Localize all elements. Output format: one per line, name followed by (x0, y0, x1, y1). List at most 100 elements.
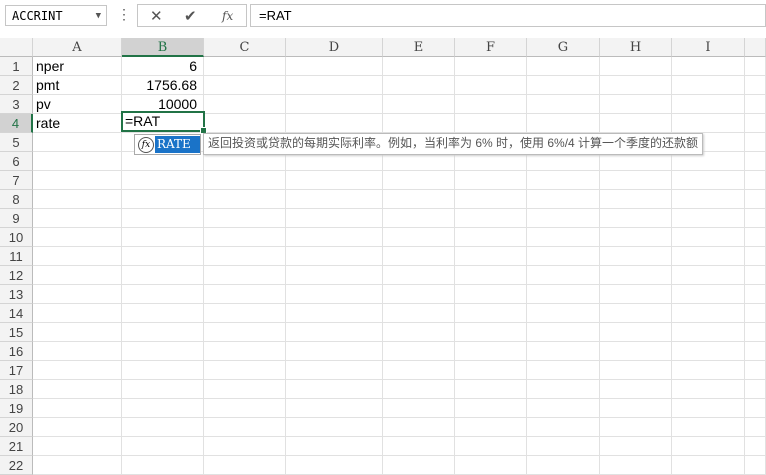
cell-e2[interactable] (383, 76, 455, 95)
cell-f1[interactable] (455, 57, 527, 76)
cell-g18[interactable] (527, 380, 600, 399)
cell-e3[interactable] (383, 95, 455, 114)
cell-h4[interactable] (600, 114, 672, 133)
cell-c20[interactable] (204, 418, 286, 437)
cell-j16[interactable] (745, 342, 766, 361)
cell-e9[interactable] (383, 209, 455, 228)
chevron-down-icon[interactable]: ▼ (96, 6, 101, 27)
cell-b19[interactable] (122, 399, 204, 418)
cell-d10[interactable] (286, 228, 383, 247)
cell-f19[interactable] (455, 399, 527, 418)
cell-a15[interactable] (33, 323, 122, 342)
cell-f3[interactable] (455, 95, 527, 114)
cell-c12[interactable] (204, 266, 286, 285)
cell-g15[interactable] (527, 323, 600, 342)
column-header-h[interactable]: H (600, 38, 672, 57)
column-header-g[interactable]: G (527, 38, 600, 57)
cell-d15[interactable] (286, 323, 383, 342)
cell-h8[interactable] (600, 190, 672, 209)
column-header-e[interactable]: E (383, 38, 455, 57)
cell-c21[interactable] (204, 437, 286, 456)
cell-e12[interactable] (383, 266, 455, 285)
formula-input[interactable]: =RAT (250, 4, 766, 27)
cell-j6[interactable] (745, 152, 766, 171)
cell-i18[interactable] (672, 380, 745, 399)
cell-j20[interactable] (745, 418, 766, 437)
cell-h2[interactable] (600, 76, 672, 95)
cell-h10[interactable] (600, 228, 672, 247)
cell-f12[interactable] (455, 266, 527, 285)
cell-f18[interactable] (455, 380, 527, 399)
cell-b7[interactable] (122, 171, 204, 190)
cell-c16[interactable] (204, 342, 286, 361)
row-header-1[interactable]: 1 (0, 57, 33, 76)
column-header-c[interactable]: C (204, 38, 286, 57)
cell-i4[interactable] (672, 114, 745, 133)
cell-e10[interactable] (383, 228, 455, 247)
cell-a19[interactable] (33, 399, 122, 418)
cell-b16[interactable] (122, 342, 204, 361)
cell-a1[interactable]: nper (33, 57, 122, 76)
cell-c3[interactable] (204, 95, 286, 114)
cell-j12[interactable] (745, 266, 766, 285)
cell-j17[interactable] (745, 361, 766, 380)
cell-c22[interactable] (204, 456, 286, 475)
cell-e21[interactable] (383, 437, 455, 456)
row-header-7[interactable]: 7 (0, 171, 33, 190)
cell-d18[interactable] (286, 380, 383, 399)
cell-f13[interactable] (455, 285, 527, 304)
cell-a14[interactable] (33, 304, 122, 323)
cell-d22[interactable] (286, 456, 383, 475)
cell-d2[interactable] (286, 76, 383, 95)
cell-a21[interactable] (33, 437, 122, 456)
cell-i11[interactable] (672, 247, 745, 266)
cell-h17[interactable] (600, 361, 672, 380)
cell-e11[interactable] (383, 247, 455, 266)
column-header-j[interactable] (745, 38, 766, 57)
row-header-4[interactable]: 4 (0, 114, 33, 133)
cell-f7[interactable] (455, 171, 527, 190)
cell-g16[interactable] (527, 342, 600, 361)
cell-b14[interactable] (122, 304, 204, 323)
cell-h20[interactable] (600, 418, 672, 437)
cell-j10[interactable] (745, 228, 766, 247)
cell-d12[interactable] (286, 266, 383, 285)
cell-i10[interactable] (672, 228, 745, 247)
cell-j18[interactable] (745, 380, 766, 399)
cell-d1[interactable] (286, 57, 383, 76)
cell-f17[interactable] (455, 361, 527, 380)
cell-c13[interactable] (204, 285, 286, 304)
cell-g12[interactable] (527, 266, 600, 285)
cell-a9[interactable] (33, 209, 122, 228)
cell-a12[interactable] (33, 266, 122, 285)
cell-i2[interactable] (672, 76, 745, 95)
cell-h3[interactable] (600, 95, 672, 114)
cell-a13[interactable] (33, 285, 122, 304)
cell-c19[interactable] (204, 399, 286, 418)
row-header-22[interactable]: 22 (0, 456, 33, 475)
cell-g20[interactable] (527, 418, 600, 437)
cell-f11[interactable] (455, 247, 527, 266)
cell-c8[interactable] (204, 190, 286, 209)
cell-e20[interactable] (383, 418, 455, 437)
cell-c7[interactable] (204, 171, 286, 190)
cell-g9[interactable] (527, 209, 600, 228)
cell-c15[interactable] (204, 323, 286, 342)
cell-i1[interactable] (672, 57, 745, 76)
cell-b20[interactable] (122, 418, 204, 437)
cell-a11[interactable] (33, 247, 122, 266)
cell-i16[interactable] (672, 342, 745, 361)
cell-a3[interactable]: pv (33, 95, 122, 114)
cell-h14[interactable] (600, 304, 672, 323)
cell-a20[interactable] (33, 418, 122, 437)
cell-j13[interactable] (745, 285, 766, 304)
cell-e19[interactable] (383, 399, 455, 418)
row-header-19[interactable]: 19 (0, 399, 33, 418)
cell-f20[interactable] (455, 418, 527, 437)
cell-h21[interactable] (600, 437, 672, 456)
cell-b2[interactable]: 1756.68 (122, 76, 204, 95)
cell-c1[interactable] (204, 57, 286, 76)
cell-e1[interactable] (383, 57, 455, 76)
cell-f2[interactable] (455, 76, 527, 95)
cell-f4[interactable] (455, 114, 527, 133)
